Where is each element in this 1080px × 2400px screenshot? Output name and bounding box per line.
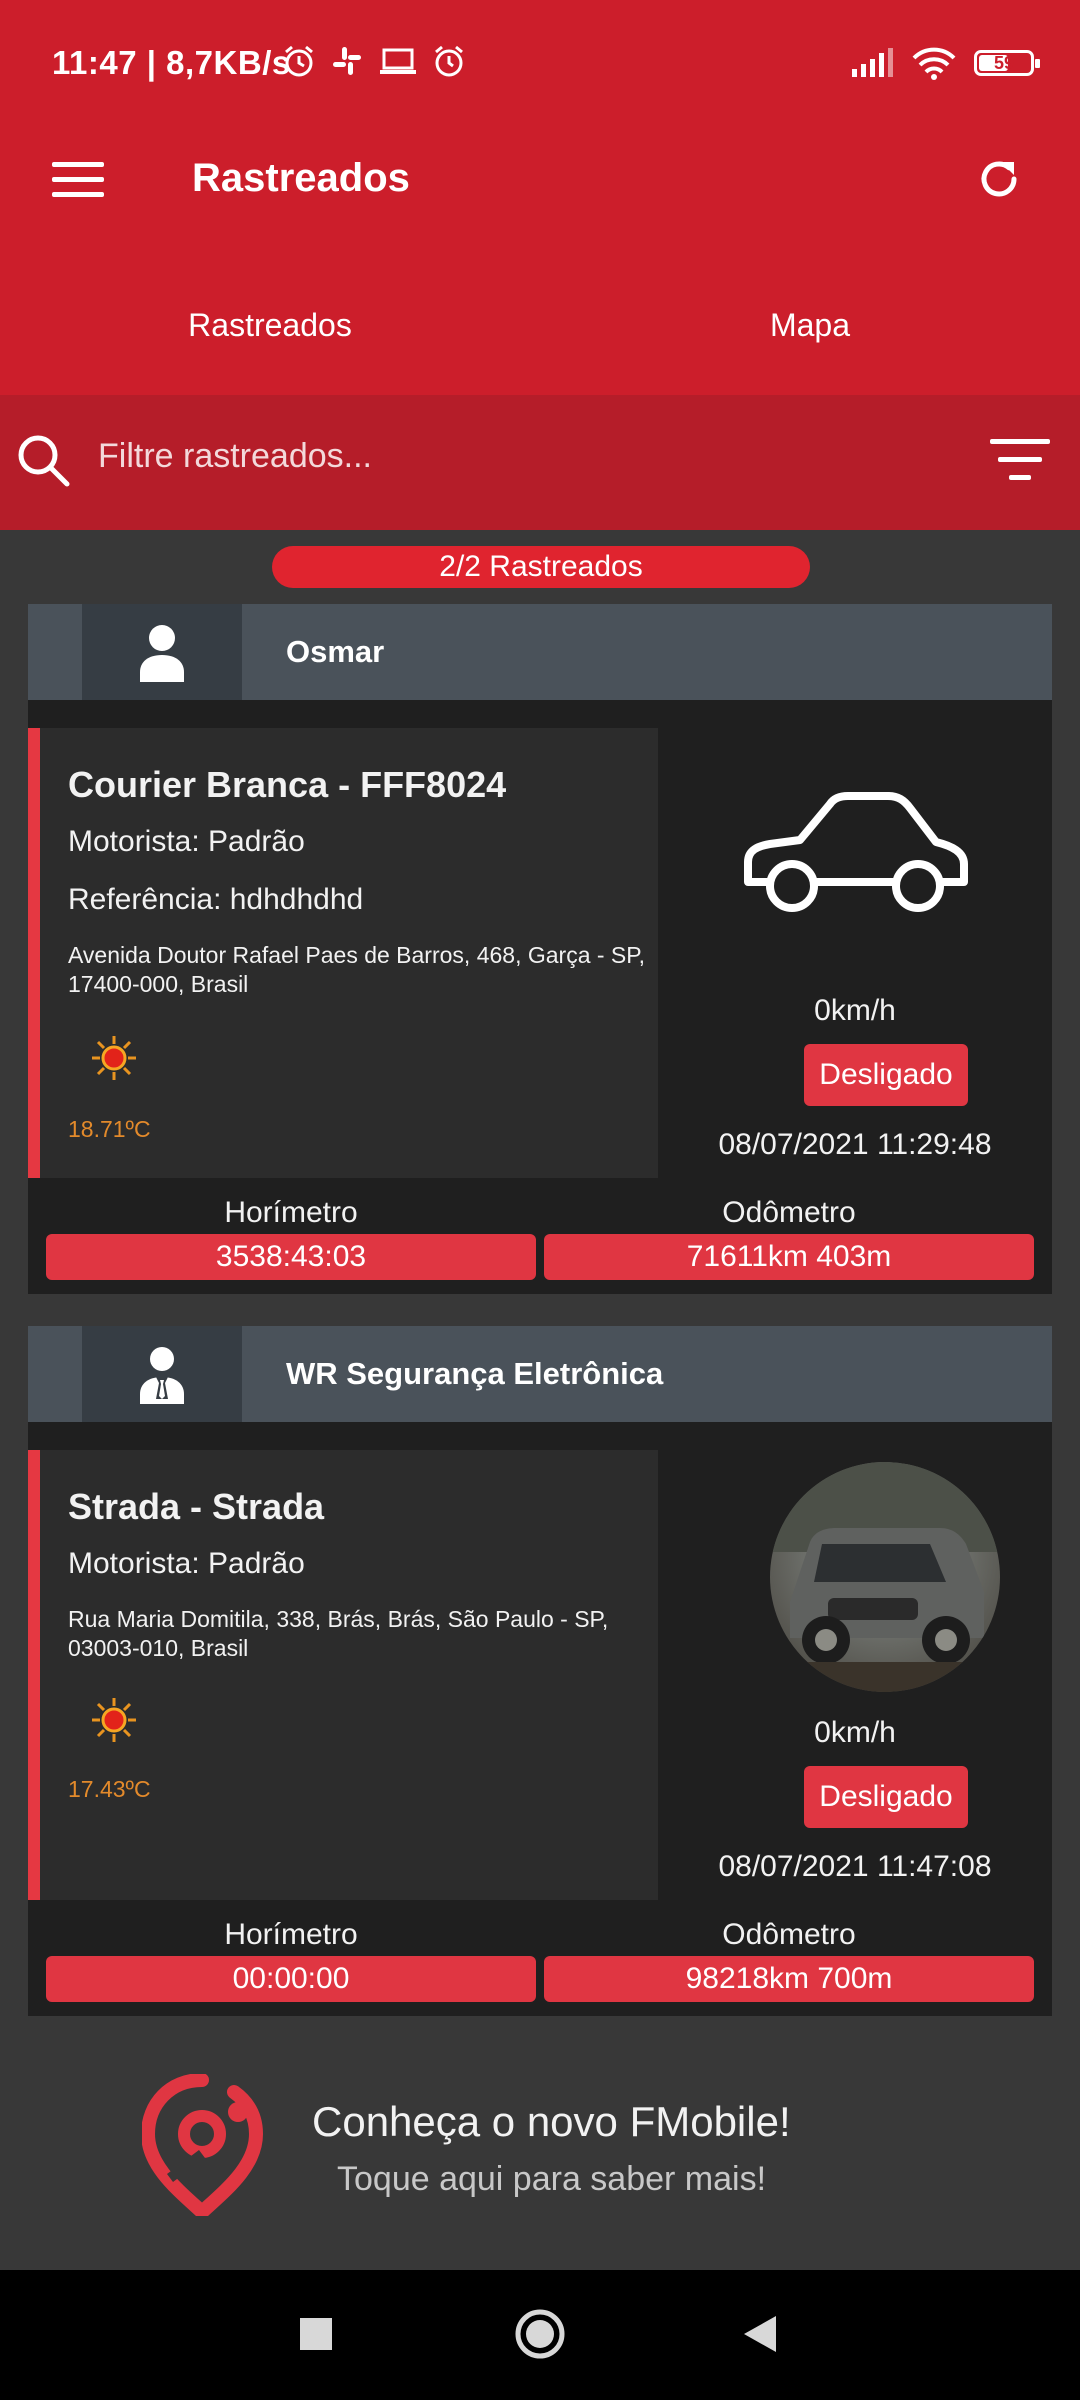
card-header: Osmar [28,604,1052,700]
ignition-status-badge: Desligado [804,1044,968,1106]
owner-name: Osmar [286,634,385,669]
page-title: Rastreados [192,156,410,200]
tab-rastreados[interactable]: Rastreados [0,250,540,395]
driver-label: Motorista: Padrão [68,825,305,858]
recents-icon[interactable] [298,2316,334,2352]
refresh-icon[interactable] [974,154,1024,204]
odometer-value: 71611km 403m [544,1234,1034,1280]
system-nav-bar [0,2270,1080,2400]
ignition-status-badge: Desligado [804,1766,968,1828]
filter-icon[interactable] [990,439,1050,485]
temperature: 17.43ºC [68,1776,151,1802]
hourmeter-value: 3538:43:03 [46,1234,536,1280]
promo-subtitle: Toque aqui para saber mais! [337,2160,767,2198]
driver-label: Motorista: Padrão [68,1547,305,1580]
battery-icon: 59 [974,50,1040,76]
alarm-icon [435,45,463,77]
reference-label: Referência: hdhdhdhd [68,883,364,916]
tracker-count-badge: 2/2 Rastreados [272,546,810,588]
signal-icon [852,48,893,77]
promo-title: Conheça o novo FMobile! [312,2098,791,2145]
business-person-icon [140,1347,184,1404]
tab-mapa[interactable]: Mapa [540,250,1080,395]
sun-icon [92,1036,136,1080]
owner-name: WR Segurança Eletrônica [286,1356,664,1391]
tab-rastreados-label: Rastreados [188,307,352,343]
tab-bar: Rastreados Mapa [0,250,1080,395]
person-icon [140,625,184,682]
search-bar[interactable]: Filtre rastreados... [0,395,1080,530]
status-time: 11:47 | 8,7KB/s [52,44,291,81]
hourmeter-label: Horímetro [224,1918,358,1951]
tracker-card[interactable]: Osmar Courier Branca - FFF8024 Motorista… [28,604,1052,1294]
odometer-value: 98218km 700m [544,1956,1034,2002]
status-bar: 11:47 | 8,7KB/s 59 [0,0,1080,100]
speed: 0km/h [814,1716,896,1749]
odometer-label: Odômetro [722,1196,856,1229]
tab-mapa-label: Mapa [769,307,851,343]
vehicle-name: Courier Branca - FFF8024 [68,764,507,805]
back-icon[interactable] [740,2314,780,2354]
hourmeter-value: 00:00:00 [46,1956,536,2002]
search-input[interactable]: Filtre rastreados... [98,437,372,476]
alarm-clock-icon [285,45,313,77]
temperature: 18.71ºC [68,1116,151,1142]
fmobile-logo-icon [142,2074,264,2216]
slack-icon [333,47,361,75]
last-update-time: 08/07/2021 11:47:08 [718,1850,992,1883]
odometer-label: Odômetro [722,1918,856,1951]
vehicle-info-panel: Courier Branca - FFF8024 Motorista: Padr… [28,728,658,1178]
laptop-icon [380,48,416,74]
last-update-time: 08/07/2021 11:29:48 [718,1128,992,1161]
sun-icon [92,1698,136,1742]
person-icon-box [82,604,242,700]
vehicle-name: Strada - Strada [68,1486,325,1527]
vehicle-photo [770,1462,1000,1692]
vehicle-info-panel: Strada - Strada Motorista: Padrão Rua Ma… [28,1450,658,1900]
car-icon [744,792,968,912]
speed: 0km/h [814,994,896,1027]
tracker-card[interactable]: WR Segurança Eletrônica Strada - Strada … [28,1326,1052,2016]
business-person-icon-box [82,1326,242,1422]
app-bar: Rastreados [0,100,1080,250]
search-icon [18,435,70,487]
home-icon[interactable] [514,2308,566,2360]
card-header: WR Segurança Eletrônica [28,1326,1052,1422]
battery-level: 59 [993,53,1015,73]
hourmeter-label: Horímetro [224,1196,358,1229]
wifi-icon [912,47,956,80]
address-text: Avenida Doutor Rafael Paes de Barros, 46… [68,942,646,997]
address-text: Rua Maria Domitila, 338, Brás, Brás, São… [68,1606,609,1661]
menu-icon[interactable] [52,162,104,198]
